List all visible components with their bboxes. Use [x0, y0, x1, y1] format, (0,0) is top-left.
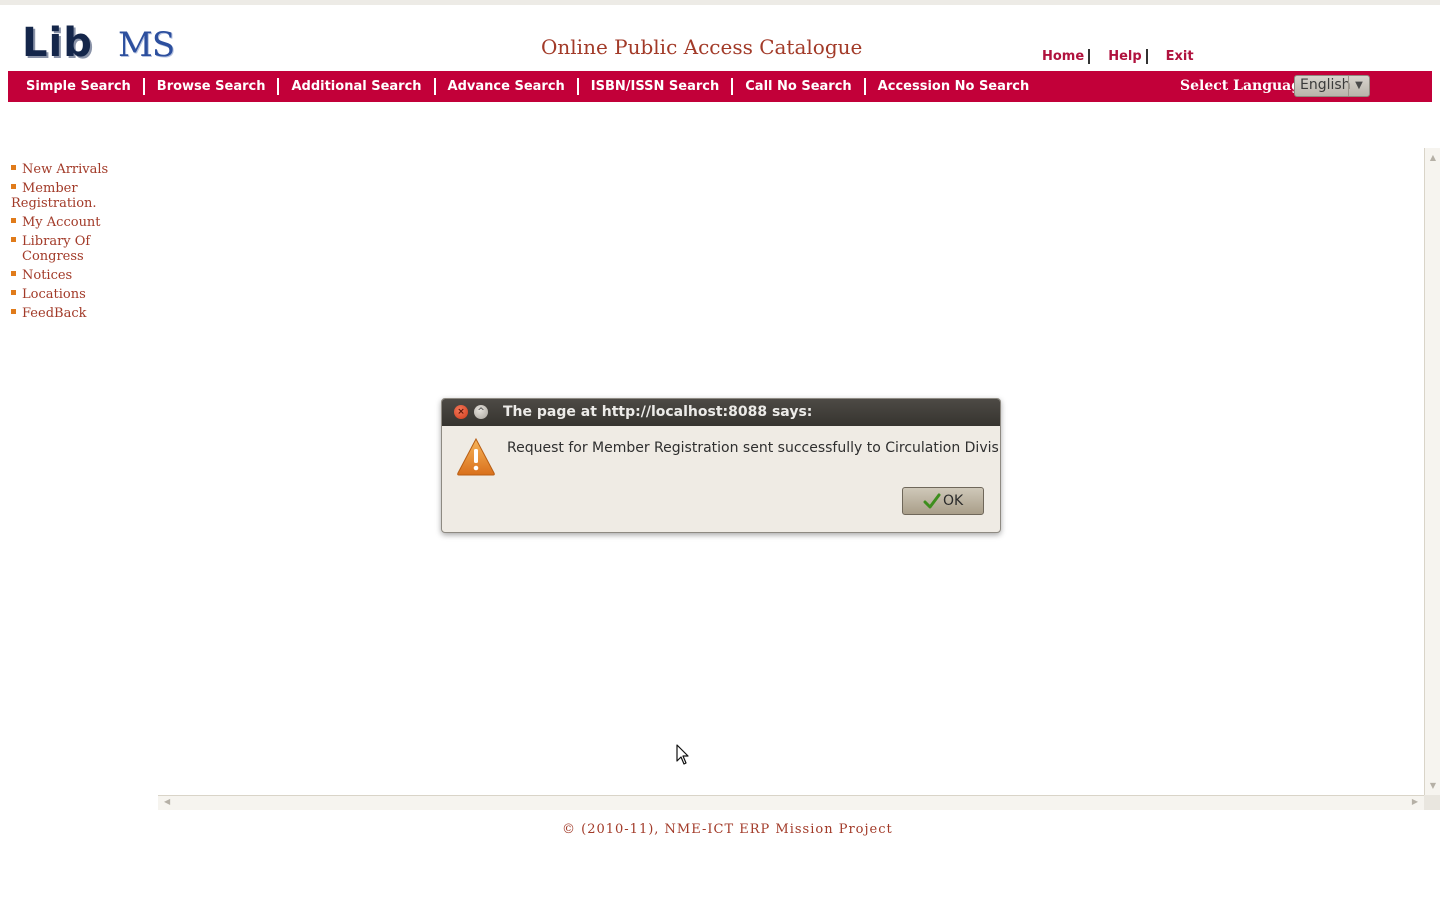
scroll-down-icon[interactable]: ▼ [1427, 780, 1439, 792]
sidebar-item-new-arrivals[interactable]: New Arrivals [11, 162, 156, 177]
nav-separator [731, 78, 734, 95]
logo-lib-text: Lib [22, 20, 93, 66]
nav-browse-search[interactable]: Browse Search [157, 79, 266, 94]
select-language-label: Select Language [1180, 78, 1310, 94]
top-link-separator [1088, 49, 1091, 64]
dialog-titlebar[interactable]: × ^ The page at http://localhost:8088 sa… [442, 399, 1000, 426]
nav-separator [433, 78, 436, 95]
help-link[interactable]: Help [1108, 49, 1141, 64]
page-title: Online Public Access Catalogue [541, 35, 863, 59]
mouse-cursor-icon [676, 744, 689, 765]
sidebar-item-label: FeedBack [22, 306, 87, 321]
top-link-separator [1145, 49, 1148, 64]
home-link[interactable]: Home [1042, 49, 1084, 64]
scrollbar-corner [1424, 795, 1440, 810]
language-select[interactable]: English ▼ [1294, 75, 1370, 97]
bullet-icon [11, 218, 16, 223]
search-nav-items: Simple Search Browse Search Additional S… [26, 71, 1029, 102]
ok-button[interactable]: OK [902, 487, 984, 515]
top-links: Home Help Exit [1042, 49, 1194, 64]
sidebar-item-label: My Account [22, 215, 101, 230]
nav-call-no-search[interactable]: Call No Search [745, 79, 851, 94]
ok-button-label: OK [943, 493, 964, 509]
browser-top-band [0, 0, 1440, 5]
sidebar-item-feedback[interactable]: FeedBack [11, 306, 156, 321]
libms-logo: Lib MS [22, 20, 175, 66]
bullet-icon [11, 184, 16, 189]
bullet-icon [11, 309, 16, 314]
bullet-icon [11, 237, 16, 242]
warning-icon [457, 437, 495, 476]
scroll-right-icon[interactable]: ▶ [1412, 797, 1418, 806]
bullet-icon [11, 290, 16, 295]
bullet-icon [11, 165, 16, 170]
sidebar-item-label: Library Of Congress [22, 234, 91, 264]
sidebar-item-notices[interactable]: Notices [11, 268, 156, 283]
sidebar: New Arrivals Member Registration. My Acc… [11, 162, 156, 325]
nav-isbn-issn-search[interactable]: ISBN/ISSN Search [591, 79, 719, 94]
sidebar-item-label: New Arrivals [22, 162, 109, 177]
scroll-up-icon[interactable]: ▲ [1427, 152, 1439, 164]
sidebar-item-member-registration[interactable]: Member Registration. [11, 181, 101, 211]
sidebar-item-label: Member Registration. [11, 181, 97, 211]
nav-additional-search[interactable]: Additional Search [291, 79, 421, 94]
dialog-title: The page at http://localhost:8088 says: [503, 404, 813, 420]
alert-dialog: × ^ The page at http://localhost:8088 sa… [441, 398, 1001, 533]
nav-separator [142, 78, 145, 95]
exit-link[interactable]: Exit [1166, 49, 1194, 64]
nav-simple-search[interactable]: Simple Search [26, 79, 131, 94]
bullet-icon [11, 271, 16, 276]
check-icon [923, 493, 941, 509]
nav-accession-no-search[interactable]: Accession No Search [878, 79, 1030, 94]
nav-separator [863, 78, 866, 95]
footer-copyright: © (2010-11), NME-ICT ERP Mission Project [562, 822, 893, 837]
nav-separator [576, 78, 579, 95]
content-vertical-scrollbar[interactable]: ▲ ▼ [1424, 148, 1440, 796]
scroll-left-icon[interactable]: ◀ [164, 797, 170, 806]
sidebar-item-locations[interactable]: Locations [11, 287, 156, 302]
nav-separator [277, 78, 280, 95]
logo-ms-text: MS [118, 25, 175, 65]
dialog-message: Request for Member Registration sent suc… [507, 440, 1001, 456]
maximize-icon[interactable]: ^ [474, 405, 488, 419]
sidebar-item-my-account[interactable]: My Account [11, 215, 156, 230]
nav-advance-search[interactable]: Advance Search [448, 79, 565, 94]
sidebar-item-label: Notices [22, 268, 73, 283]
content-horizontal-scrollbar[interactable]: ◀ ▶ [158, 795, 1424, 810]
language-select-value: English [1300, 77, 1351, 93]
sidebar-item-label: Locations [22, 287, 86, 302]
chevron-down-icon: ▼ [1348, 76, 1369, 96]
sidebar-item-library-of-congress[interactable]: Library Of Congress [11, 234, 156, 264]
close-icon[interactable]: × [454, 405, 468, 419]
